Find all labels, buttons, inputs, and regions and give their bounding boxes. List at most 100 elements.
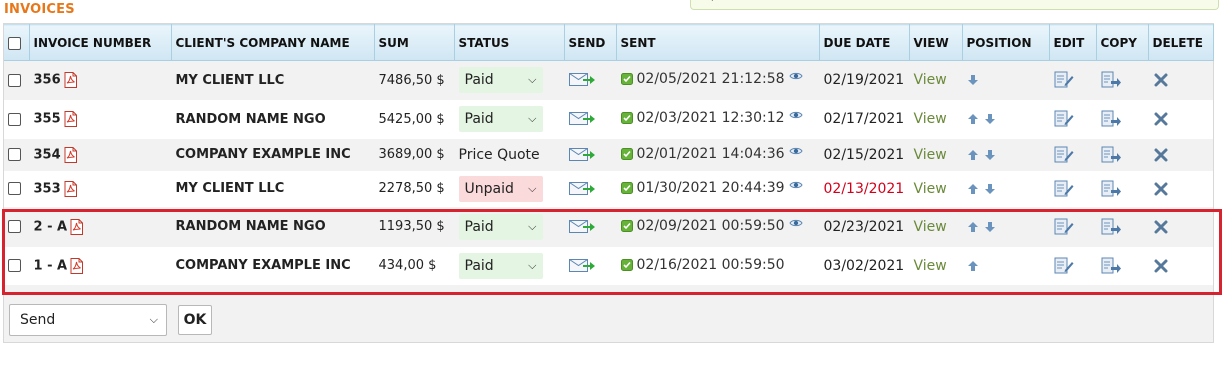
close-icon[interactable]: [1153, 219, 1169, 235]
invoice-number[interactable]: 1 - A: [34, 258, 68, 273]
bulk-action-select[interactable]: Send ⌵: [9, 304, 167, 336]
view-link[interactable]: View: [914, 147, 947, 163]
invoice-number[interactable]: 353: [34, 181, 61, 196]
edit-icon[interactable]: [1054, 110, 1074, 128]
status-select[interactable]: Paid ⌵: [458, 252, 543, 279]
sent-timestamp: 02/03/2021 12:30:12: [636, 110, 785, 126]
move-down-icon[interactable]: [984, 183, 996, 195]
client-name: RANDOM NAME NGO: [175, 111, 326, 127]
pdf-icon[interactable]: [64, 180, 77, 197]
pdf-icon[interactable]: [64, 146, 77, 163]
send-icon[interactable]: [568, 181, 595, 197]
close-icon[interactable]: [1153, 181, 1169, 197]
row-checkbox[interactable]: [8, 220, 21, 233]
row-checkbox[interactable]: [8, 112, 21, 126]
header-position: POSITION: [962, 24, 1050, 61]
header-due-date[interactable]: DUE DATE: [819, 24, 910, 61]
view-link[interactable]: View: [914, 258, 947, 274]
move-up-icon[interactable]: [967, 260, 979, 272]
move-up-icon[interactable]: [967, 149, 979, 161]
invoice-number[interactable]: 355: [34, 112, 61, 127]
move-down-icon[interactable]: [984, 221, 996, 233]
row-checkbox[interactable]: [8, 148, 21, 161]
header-sum[interactable]: SUM: [374, 24, 455, 61]
chevron-down-icon: ⌵: [528, 73, 537, 87]
select-all-checkbox[interactable]: [8, 36, 21, 50]
row-checkbox[interactable]: [8, 182, 21, 195]
close-icon[interactable]: [1153, 147, 1169, 163]
header-client[interactable]: CLIENT'S COMPANY NAME: [171, 24, 375, 61]
row-checkbox[interactable]: [8, 73, 21, 87]
status-value: Paid: [464, 111, 494, 127]
move-up-icon[interactable]: [967, 221, 979, 233]
status-select[interactable]: Paid ⌵: [458, 67, 543, 94]
pdf-icon[interactable]: [64, 111, 77, 127]
status-value: Paid: [464, 72, 494, 89]
edit-icon[interactable]: [1054, 71, 1074, 89]
invoice-number[interactable]: 2 - A: [34, 219, 68, 234]
move-down-icon[interactable]: [967, 74, 979, 86]
header-sent[interactable]: SENT: [616, 24, 820, 61]
send-icon[interactable]: [568, 147, 595, 163]
copy-icon[interactable]: [1101, 180, 1121, 198]
pdf-icon[interactable]: [70, 257, 84, 274]
close-icon[interactable]: [1153, 111, 1169, 127]
row-checkbox[interactable]: [8, 259, 21, 272]
check-icon: [620, 258, 633, 271]
table-row: 353 MY CLIENT LLC 2278,50 $ Unpaid ⌵ 01/30/20…: [4, 170, 1213, 207]
status-select[interactable]: Paid ⌵: [458, 106, 543, 132]
move-down-icon[interactable]: [984, 149, 996, 161]
close-icon[interactable]: [1153, 72, 1169, 88]
sent-timestamp: 01/30/2021 20:44:39: [636, 179, 785, 196]
invoice-sum: 434,00 $: [378, 258, 437, 273]
send-icon[interactable]: [568, 111, 595, 127]
move-down-icon[interactable]: [984, 113, 996, 125]
copy-icon[interactable]: [1101, 110, 1121, 128]
edit-icon[interactable]: [1054, 218, 1074, 236]
due-date: 02/17/2021: [823, 111, 905, 127]
copy-icon[interactable]: [1101, 218, 1121, 236]
sent-timestamp: 02/01/2021 14:04:36: [636, 145, 785, 162]
edit-icon[interactable]: [1054, 180, 1074, 198]
header-view: VIEW: [909, 24, 963, 61]
header-status[interactable]: STATUS: [454, 24, 565, 61]
select-all-cell: [4, 24, 30, 61]
view-link[interactable]: View: [914, 219, 947, 235]
due-date: 03/02/2021: [823, 257, 905, 274]
chevron-down-icon: ⌵: [149, 313, 158, 326]
view-link[interactable]: View: [914, 111, 947, 127]
table-row: 2 - A RANDOM NAME NGO 1193,50 $ Paid ⌵ 02/09/…: [4, 206, 1213, 247]
status-select[interactable]: Paid ⌵: [458, 213, 543, 240]
edit-icon[interactable]: [1054, 257, 1074, 275]
send-icon[interactable]: [568, 219, 595, 235]
copy-icon[interactable]: [1101, 71, 1121, 89]
sent-timestamp: 02/05/2021 21:12:58: [636, 71, 785, 88]
ok-button[interactable]: OK: [178, 305, 212, 335]
move-up-icon[interactable]: [967, 113, 979, 125]
copy-icon[interactable]: [1101, 146, 1121, 164]
invoice-number[interactable]: 354: [34, 147, 61, 162]
close-icon[interactable]: [1153, 258, 1169, 274]
status-select[interactable]: Unpaid ⌵: [458, 175, 543, 202]
invoice-sum: 3689,00 $: [378, 147, 445, 162]
sent-timestamp: 02/16/2021 00:59:50: [636, 256, 785, 273]
invoice-number[interactable]: 356: [34, 73, 61, 88]
copy-icon[interactable]: [1101, 257, 1121, 275]
due-date: 02/23/2021: [823, 218, 905, 235]
send-icon[interactable]: [568, 258, 595, 274]
client-name: MY CLIENT LLC: [175, 72, 285, 88]
header-invoice-number[interactable]: INVOICE NUMBER: [29, 24, 172, 61]
due-date: 02/15/2021: [823, 146, 905, 163]
client-name: RANDOM NAME NGO: [175, 219, 326, 234]
move-up-icon[interactable]: [967, 183, 979, 195]
view-link[interactable]: View: [914, 181, 947, 197]
pdf-icon[interactable]: [70, 218, 84, 235]
pdf-icon[interactable]: [64, 72, 77, 89]
header-edit: EDIT: [1049, 24, 1097, 61]
bulk-action-value: Send: [20, 312, 56, 328]
due-date: 02/13/2021: [823, 180, 905, 197]
view-link[interactable]: View: [914, 72, 947, 88]
page-title: INVOICES: [4, 2, 75, 17]
edit-icon[interactable]: [1054, 146, 1074, 164]
send-icon[interactable]: [568, 72, 595, 88]
